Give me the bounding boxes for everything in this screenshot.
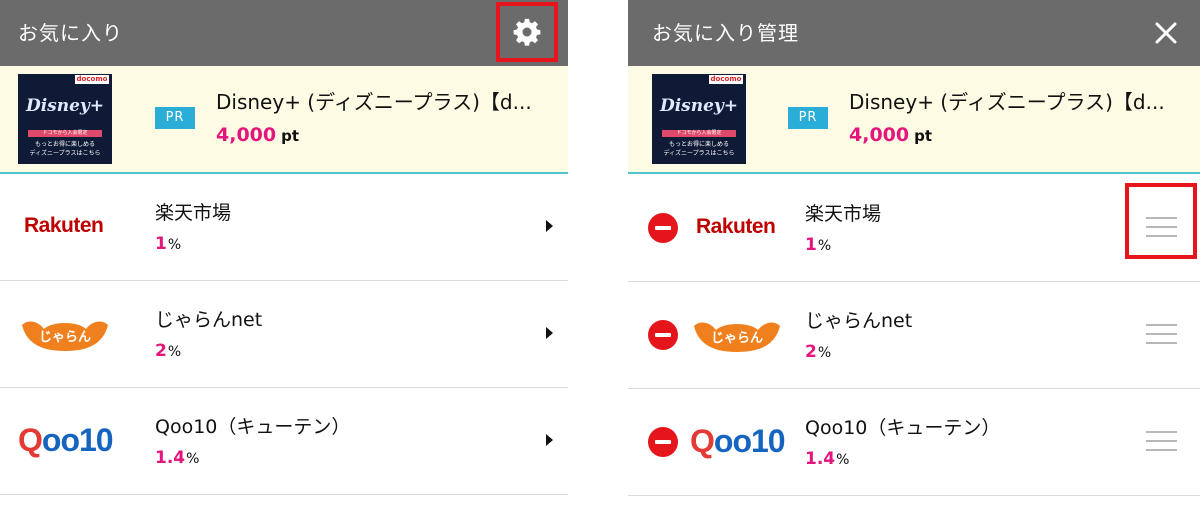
list-item: じゃらん じゃらんnet 2% xyxy=(628,282,1200,389)
jalan-logo: じゃらん xyxy=(690,312,784,358)
rakuten-logo: Rakuten xyxy=(24,214,104,237)
list-item-name: Qoo10（キューテン） xyxy=(155,416,351,438)
pr-item-points: 4,000 pt xyxy=(216,124,300,146)
pr-badge: PR xyxy=(155,107,195,129)
chevron-right-icon xyxy=(546,434,553,446)
list-item: Qoo10 Qoo10（キューテン） 1.4% xyxy=(628,389,1200,496)
thumbnail-caption: もっとお得に楽しめる ディズニープラスはこちら xyxy=(663,141,735,157)
svg-text:じゃらん: じゃらん xyxy=(711,331,763,346)
pr-item-title: Disney+ (ディズニープラス)【d... xyxy=(216,90,532,114)
list-item-rate: 1% xyxy=(155,234,182,254)
list-item-name: 楽天市場 xyxy=(805,203,882,225)
list-item[interactable]: Rakuten 楽天市場 1% xyxy=(0,174,568,281)
list-item-name: じゃらんnet xyxy=(805,310,913,332)
list-item-rate: 2% xyxy=(805,342,832,362)
disney-plus-thumbnail: docomo Disney+ ドコモから入会限定 もっとお得に楽しめる ディズニー… xyxy=(652,74,746,164)
gear-icon xyxy=(513,18,541,46)
list-item-rate: 1.4% xyxy=(155,448,200,468)
highlight-box xyxy=(1125,183,1197,259)
delete-icon[interactable] xyxy=(648,320,678,350)
drag-handle-icon[interactable] xyxy=(1146,431,1177,458)
qoo10-logo: Qoo10 xyxy=(690,423,786,459)
disney-plus-logo: Disney+ xyxy=(659,96,739,116)
list-item-rate: 1.4% xyxy=(805,449,850,469)
delete-icon[interactable] xyxy=(648,427,678,457)
settings-button[interactable] xyxy=(496,2,558,62)
favorites-manage-header: お気に入り管理 xyxy=(628,0,1200,66)
qoo10-logo: Qoo10 xyxy=(18,422,114,458)
chevron-right-icon xyxy=(546,220,553,232)
pr-badge: PR xyxy=(788,107,828,129)
thumbnail-band: ドコモから入会限定 xyxy=(662,130,736,137)
delete-icon[interactable] xyxy=(648,213,678,243)
favorites-header: お気に入り xyxy=(0,0,568,66)
list-item: Rakuten 楽天市場 1% xyxy=(628,175,1200,282)
thumbnail-caption: もっとお得に楽しめる ディズニープラスはこちら xyxy=(29,141,101,157)
pr-item-title: Disney+ (ディズニープラス)【d... xyxy=(849,90,1165,114)
list-item-name: じゃらんnet xyxy=(155,309,263,331)
page-title: お気に入り xyxy=(18,21,123,45)
svg-text:じゃらん: じゃらん xyxy=(39,330,91,345)
favorites-manage-panel: お気に入り管理 docomo Disney+ ドコモから入会限定 もっとお得に楽… xyxy=(628,0,1200,506)
close-icon xyxy=(1155,22,1177,44)
list-item-name: Qoo10（キューテン） xyxy=(805,417,1001,439)
list-item-rate: 1% xyxy=(805,235,832,255)
pr-item[interactable]: docomo Disney+ ドコモから入会限定 もっとお得に楽しめる ディズニー… xyxy=(0,66,568,174)
list-item-name: 楽天市場 xyxy=(155,202,232,224)
pr-item-points: 4,000 pt xyxy=(849,124,933,146)
docomo-logo: docomo xyxy=(75,75,109,84)
thumbnail-band: ドコモから入会限定 xyxy=(28,130,102,137)
rakuten-logo: Rakuten xyxy=(696,215,776,238)
disney-plus-thumbnail: docomo Disney+ ドコモから入会限定 もっとお得に楽しめる ディズニー… xyxy=(18,74,112,164)
jalan-logo: じゃらん xyxy=(18,311,112,357)
page-title: お気に入り管理 xyxy=(652,21,799,45)
drag-handle-icon[interactable] xyxy=(1146,324,1177,351)
pr-item[interactable]: docomo Disney+ ドコモから入会限定 もっとお得に楽しめる ディズニー… xyxy=(628,66,1200,174)
chevron-right-icon xyxy=(546,327,553,339)
docomo-logo: docomo xyxy=(709,75,743,84)
list-item[interactable]: じゃらん じゃらんnet 2% xyxy=(0,281,568,388)
list-item[interactable]: Qoo10 Qoo10（キューテン） 1.4% xyxy=(0,388,568,495)
disney-plus-logo: Disney+ xyxy=(25,96,105,116)
close-button[interactable] xyxy=(1150,17,1182,49)
list-item-rate: 2% xyxy=(155,341,182,361)
favorites-panel: お気に入り docomo Disney+ ドコモから入会限定 もっとお得に楽しめ… xyxy=(0,0,568,506)
